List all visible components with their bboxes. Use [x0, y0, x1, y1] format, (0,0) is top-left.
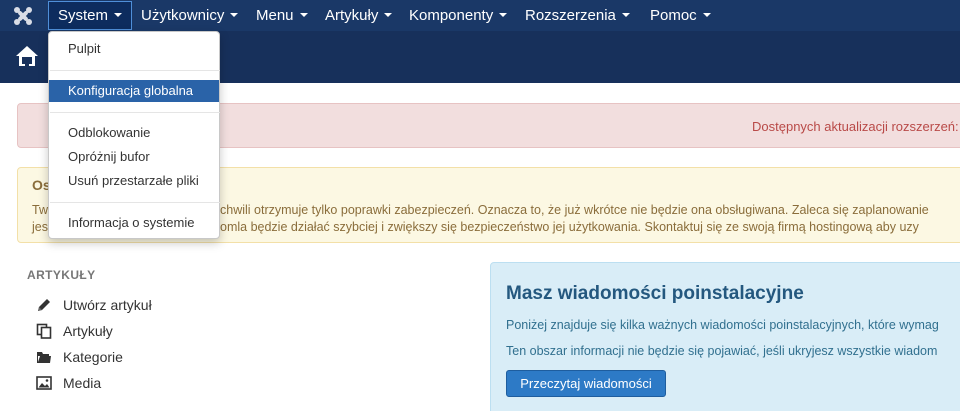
menu-divider: [50, 202, 220, 203]
nav-menu-label: Menu: [256, 7, 294, 24]
nav-menu[interactable]: Menu: [247, 0, 317, 31]
caret-down-icon: [499, 13, 508, 18]
warning-line2-right: omla będzie działać szybciej i zwiększy …: [220, 220, 919, 234]
caret-down-icon: [299, 13, 308, 18]
nav-help[interactable]: Pomoc: [641, 0, 720, 31]
nav-users[interactable]: Użytkownicy: [132, 0, 247, 31]
image-icon: [36, 376, 52, 390]
update-alert-text[interactable]: Dostępnych aktualizacji rozszerzeń:: [752, 119, 959, 134]
warning-line1-left: Tw: [32, 203, 48, 217]
top-navbar: System Użytkownicy Menu Artykuły Kompone…: [0, 0, 960, 31]
postinstall-title: Masz wiadomości poinstalacyjne: [506, 283, 804, 304]
folder-icon: [37, 352, 51, 363]
sidebar-item-label: Utwórz artykuł: [63, 297, 152, 313]
menu-item-dashboard[interactable]: Pulpit: [49, 38, 219, 60]
copy-icon: [36, 323, 52, 339]
pencil-icon: [38, 299, 50, 311]
caret-down-icon: [230, 13, 239, 18]
read-messages-button[interactable]: Przeczytaj wiadomości: [506, 370, 666, 397]
nav-components[interactable]: Komponenty: [400, 0, 516, 31]
sidebar-heading: ARTYKUŁY: [27, 268, 96, 282]
sidebar-item-label: Artykuły: [63, 323, 113, 339]
sidebar-item-label: Kategorie: [63, 349, 123, 365]
caret-down-icon: [114, 13, 123, 18]
warning-line2-left: jes: [32, 220, 48, 234]
menu-item-global-configuration[interactable]: Konfiguracja globalna: [49, 80, 219, 102]
menu-item-checkin[interactable]: Odblokowanie: [49, 122, 219, 144]
menu-item-clear-cache[interactable]: Opróżnij bufor: [49, 146, 219, 168]
caret-down-icon: [384, 13, 393, 18]
nav-extensions-label: Rozszerzenia: [525, 7, 616, 24]
caret-down-icon: [621, 13, 630, 18]
home-icon[interactable]: [15, 44, 39, 68]
postinstall-text: Poniżej znajduje się kilka ważnych wiado…: [506, 318, 939, 332]
menu-item-system-information[interactable]: Informacja o systemie: [49, 212, 219, 234]
menu-item-clear-expired-cache[interactable]: Usuń przestarzałe pliki: [49, 170, 219, 192]
system-dropdown-menu: Pulpit Konfiguracja globalna Odblokowani…: [48, 31, 220, 239]
nav-articles[interactable]: Artykuły: [316, 0, 401, 31]
nav-system[interactable]: System: [48, 1, 133, 30]
nav-components-label: Komponenty: [409, 7, 494, 24]
postinstall-hide-text: Ten obszar informacji nie będzie się poj…: [506, 344, 938, 358]
nav-system-label: System: [58, 7, 109, 24]
nav-help-label: Pomoc: [650, 7, 697, 24]
menu-divider: [50, 70, 220, 71]
nav-extensions[interactable]: Rozszerzenia: [516, 0, 639, 31]
joomla-logo-icon[interactable]: [12, 5, 34, 27]
warning-line1-right: chwili otrzymuje tylko poprawki zabezpie…: [220, 203, 929, 217]
nav-users-label: Użytkownicy: [141, 7, 225, 24]
sidebar-item-label: Media: [63, 375, 102, 391]
nav-articles-label: Artykuły: [325, 7, 379, 24]
caret-down-icon: [702, 13, 711, 18]
menu-divider: [50, 112, 220, 113]
